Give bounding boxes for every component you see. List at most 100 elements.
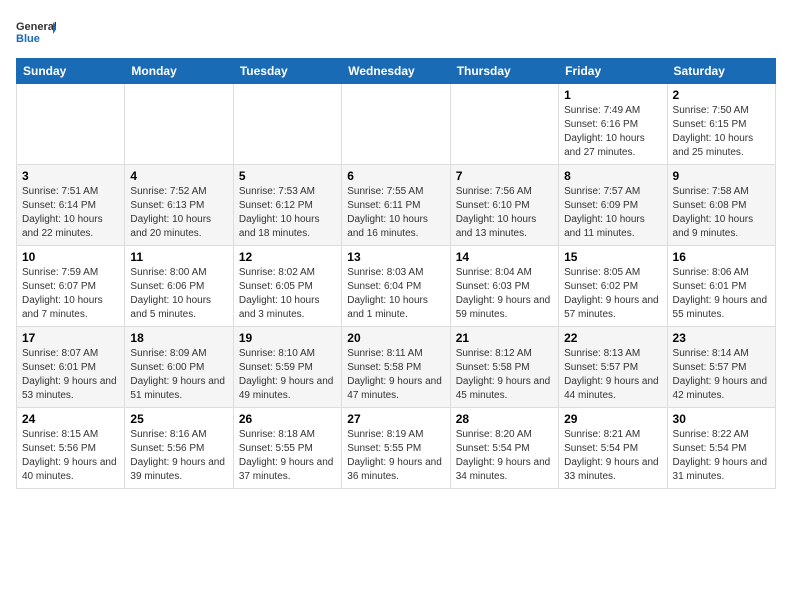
calendar-cell: 17 Sunrise: 8:07 AM Sunset: 6:01 PM Dayli… [17,327,125,408]
calendar-cell: 28 Sunrise: 8:20 AM Sunset: 5:54 PM Dayli… [450,408,558,489]
day-number: 30 [673,412,770,426]
day-info: Sunrise: 7:49 AM Sunset: 6:16 PM Dayligh… [564,104,661,160]
calendar-cell: 21 Sunrise: 8:12 AM Sunset: 5:58 PM Dayli… [450,327,558,408]
day-info: Sunrise: 7:52 AM Sunset: 6:13 PM Dayligh… [130,185,227,241]
day-info: Sunrise: 7:58 AM Sunset: 6:08 PM Dayligh… [673,185,770,241]
calendar-table: SundayMondayTuesdayWednesdayThursdayFrid… [16,58,776,489]
day-number: 9 [673,169,770,183]
day-number: 22 [564,331,661,345]
day-info: Sunrise: 8:12 AM Sunset: 5:58 PM Dayligh… [456,347,553,403]
day-info: Sunrise: 8:21 AM Sunset: 5:54 PM Dayligh… [564,428,661,484]
day-number: 3 [22,169,119,183]
day-number: 18 [130,331,227,345]
calendar-cell: 25 Sunrise: 8:16 AM Sunset: 5:56 PM Dayli… [125,408,233,489]
calendar-cell [125,84,233,165]
calendar-cell: 9 Sunrise: 7:58 AM Sunset: 6:08 PM Daylig… [667,165,775,246]
weekday-header-row: SundayMondayTuesdayWednesdayThursdayFrid… [17,59,776,84]
weekday-header: Friday [559,59,667,84]
calendar-cell: 26 Sunrise: 8:18 AM Sunset: 5:55 PM Dayli… [233,408,341,489]
calendar-week-row: 3 Sunrise: 7:51 AM Sunset: 6:14 PM Daylig… [17,165,776,246]
day-info: Sunrise: 8:07 AM Sunset: 6:01 PM Dayligh… [22,347,119,403]
calendar-cell: 8 Sunrise: 7:57 AM Sunset: 6:09 PM Daylig… [559,165,667,246]
calendar-cell: 30 Sunrise: 8:22 AM Sunset: 5:54 PM Dayli… [667,408,775,489]
day-info: Sunrise: 7:55 AM Sunset: 6:11 PM Dayligh… [347,185,444,241]
day-number: 12 [239,250,336,264]
day-info: Sunrise: 8:18 AM Sunset: 5:55 PM Dayligh… [239,428,336,484]
calendar-week-row: 24 Sunrise: 8:15 AM Sunset: 5:56 PM Dayli… [17,408,776,489]
day-info: Sunrise: 7:57 AM Sunset: 6:09 PM Dayligh… [564,185,661,241]
day-info: Sunrise: 8:02 AM Sunset: 6:05 PM Dayligh… [239,266,336,322]
day-info: Sunrise: 8:16 AM Sunset: 5:56 PM Dayligh… [130,428,227,484]
calendar-cell [233,84,341,165]
day-number: 26 [239,412,336,426]
calendar-cell [450,84,558,165]
calendar-cell: 4Sunrise: 7:52 AM Sunset: 6:13 PM Daylig… [125,165,233,246]
day-info: Sunrise: 8:15 AM Sunset: 5:56 PM Dayligh… [22,428,119,484]
page-header: General Blue [16,16,776,48]
calendar-cell [342,84,450,165]
weekday-header: Sunday [17,59,125,84]
calendar-cell: 5Sunrise: 7:53 AM Sunset: 6:12 PM Daylig… [233,165,341,246]
calendar-cell: 29 Sunrise: 8:21 AM Sunset: 5:54 PM Dayli… [559,408,667,489]
calendar-cell: 2 Sunrise: 7:50 AM Sunset: 6:15 PM Daylig… [667,84,775,165]
day-info: Sunrise: 7:53 AM Sunset: 6:12 PM Dayligh… [239,185,336,241]
day-info: Sunrise: 8:09 AM Sunset: 6:00 PM Dayligh… [130,347,227,403]
day-number: 1 [564,88,661,102]
svg-text:Blue: Blue [16,33,40,45]
day-info: Sunrise: 8:22 AM Sunset: 5:54 PM Dayligh… [673,428,770,484]
weekday-header: Saturday [667,59,775,84]
day-number: 25 [130,412,227,426]
day-number: 14 [456,250,553,264]
calendar-cell: 11 Sunrise: 8:00 AM Sunset: 6:06 PM Dayli… [125,246,233,327]
calendar-cell: 16 Sunrise: 8:06 AM Sunset: 6:01 PM Dayli… [667,246,775,327]
day-number: 21 [456,331,553,345]
day-info: Sunrise: 8:06 AM Sunset: 6:01 PM Dayligh… [673,266,770,322]
day-number: 11 [130,250,227,264]
day-info: Sunrise: 8:13 AM Sunset: 5:57 PM Dayligh… [564,347,661,403]
day-info: Sunrise: 8:00 AM Sunset: 6:06 PM Dayligh… [130,266,227,322]
day-number: 28 [456,412,553,426]
day-info: Sunrise: 7:56 AM Sunset: 6:10 PM Dayligh… [456,185,553,241]
calendar-cell: 24 Sunrise: 8:15 AM Sunset: 5:56 PM Dayli… [17,408,125,489]
day-number: 7 [456,169,553,183]
day-info: Sunrise: 8:10 AM Sunset: 5:59 PM Dayligh… [239,347,336,403]
day-info: Sunrise: 8:05 AM Sunset: 6:02 PM Dayligh… [564,266,661,322]
calendar-cell: 14 Sunrise: 8:04 AM Sunset: 6:03 PM Dayli… [450,246,558,327]
calendar-cell: 12 Sunrise: 8:02 AM Sunset: 6:05 PM Dayli… [233,246,341,327]
day-number: 20 [347,331,444,345]
day-number: 13 [347,250,444,264]
day-number: 29 [564,412,661,426]
day-info: Sunrise: 8:20 AM Sunset: 5:54 PM Dayligh… [456,428,553,484]
calendar-cell: 6Sunrise: 7:55 AM Sunset: 6:11 PM Daylig… [342,165,450,246]
day-number: 2 [673,88,770,102]
calendar-week-row: 10Sunrise: 7:59 AM Sunset: 6:07 PM Dayli… [17,246,776,327]
calendar-cell: 27Sunrise: 8:19 AM Sunset: 5:55 PM Dayli… [342,408,450,489]
day-number: 24 [22,412,119,426]
day-number: 16 [673,250,770,264]
calendar-cell [17,84,125,165]
calendar-cell: 3 Sunrise: 7:51 AM Sunset: 6:14 PM Daylig… [17,165,125,246]
calendar-cell: 7 Sunrise: 7:56 AM Sunset: 6:10 PM Daylig… [450,165,558,246]
day-info: Sunrise: 7:51 AM Sunset: 6:14 PM Dayligh… [22,185,119,241]
day-number: 8 [564,169,661,183]
day-info: Sunrise: 8:14 AM Sunset: 5:57 PM Dayligh… [673,347,770,403]
calendar-cell: 20 Sunrise: 8:11 AM Sunset: 5:58 PM Dayli… [342,327,450,408]
svg-text:General: General [16,21,56,33]
calendar-week-row: 1 Sunrise: 7:49 AM Sunset: 6:16 PM Daylig… [17,84,776,165]
calendar-cell: 10Sunrise: 7:59 AM Sunset: 6:07 PM Dayli… [17,246,125,327]
day-info: Sunrise: 7:50 AM Sunset: 6:15 PM Dayligh… [673,104,770,160]
day-number: 10 [22,250,119,264]
calendar-cell: 22 Sunrise: 8:13 AM Sunset: 5:57 PM Dayli… [559,327,667,408]
weekday-header: Monday [125,59,233,84]
weekday-header: Thursday [450,59,558,84]
day-number: 15 [564,250,661,264]
weekday-header: Tuesday [233,59,341,84]
logo-svg: General Blue [16,16,56,48]
day-number: 23 [673,331,770,345]
day-number: 19 [239,331,336,345]
day-info: Sunrise: 8:11 AM Sunset: 5:58 PM Dayligh… [347,347,444,403]
day-info: Sunrise: 8:04 AM Sunset: 6:03 PM Dayligh… [456,266,553,322]
day-info: Sunrise: 8:03 AM Sunset: 6:04 PM Dayligh… [347,266,444,322]
day-number: 17 [22,331,119,345]
weekday-header: Wednesday [342,59,450,84]
